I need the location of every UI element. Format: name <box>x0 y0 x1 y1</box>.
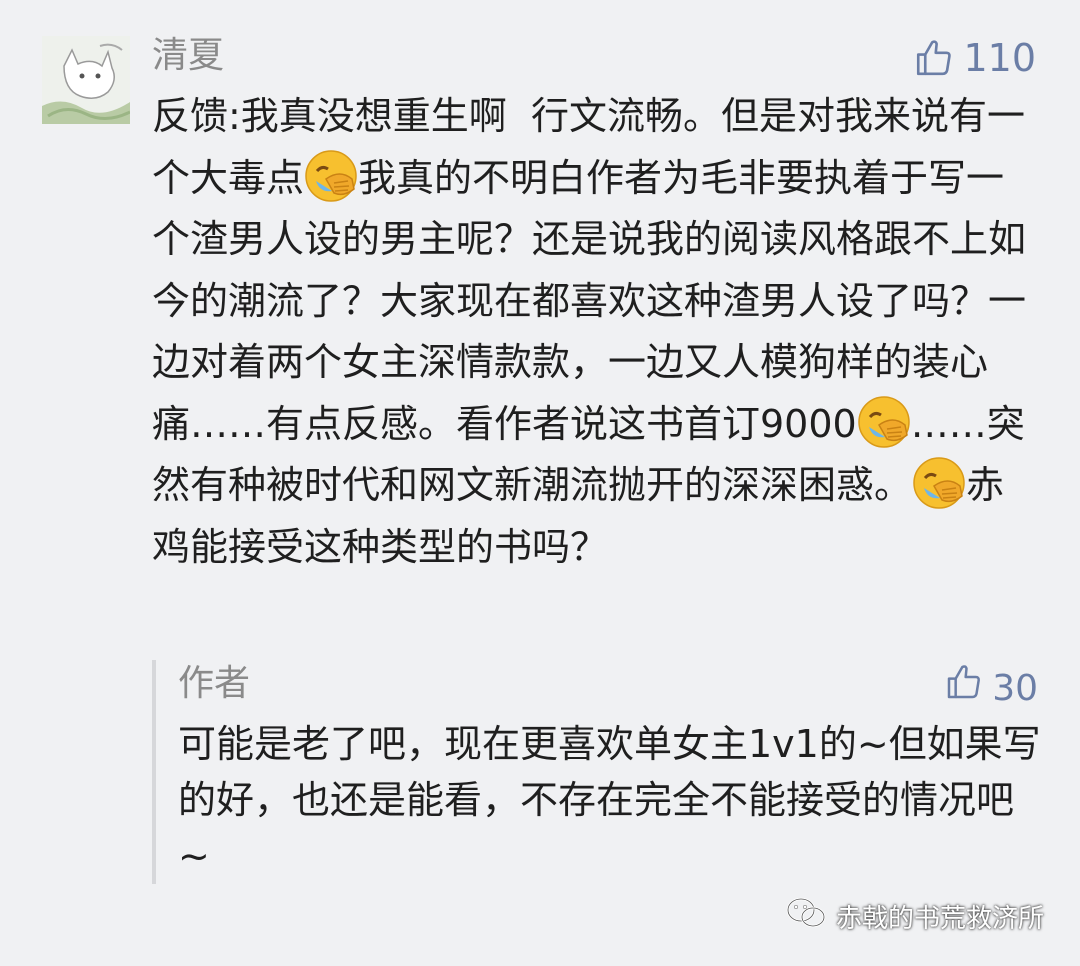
watermark: 赤戟的书荒救济所 <box>786 896 1044 937</box>
author-reply: 作者 30 可能是老了吧，现在更喜欢单女主1v1的~但如果写的好，也还是能看，不… <box>152 660 1046 884</box>
watermark-text: 赤戟的书荒救济所 <box>835 904 1044 934</box>
thumbs-up-icon <box>944 662 984 715</box>
face-palm-emoji-icon <box>912 456 966 510</box>
comment-like-button[interactable]: 110 <box>913 34 1036 82</box>
comment-like-count: 110 <box>963 36 1036 80</box>
face-palm-emoji-icon <box>304 149 358 203</box>
comment-username[interactable]: 清夏 <box>152 32 224 80</box>
comment-body: 反馈:我真没想重生啊 行文流畅。但是对我来说有一个大毒点 我真的不明白作者为毛非要… <box>152 86 1042 578</box>
reply-like-count: 30 <box>992 667 1038 709</box>
avatar[interactable] <box>42 36 130 124</box>
thumbs-up-icon <box>913 37 955 79</box>
reply-text: 可能是老了吧，现在更喜欢单女主1v1的~但如果写的好，也还是能看，不存在完全不能… <box>178 722 1041 878</box>
wechat-icon <box>786 896 826 937</box>
reply-like-button[interactable]: 30 <box>944 662 1038 715</box>
face-palm-emoji-icon <box>857 395 911 449</box>
reply-author[interactable]: 作者 <box>178 660 250 708</box>
avatar-image <box>42 36 130 124</box>
